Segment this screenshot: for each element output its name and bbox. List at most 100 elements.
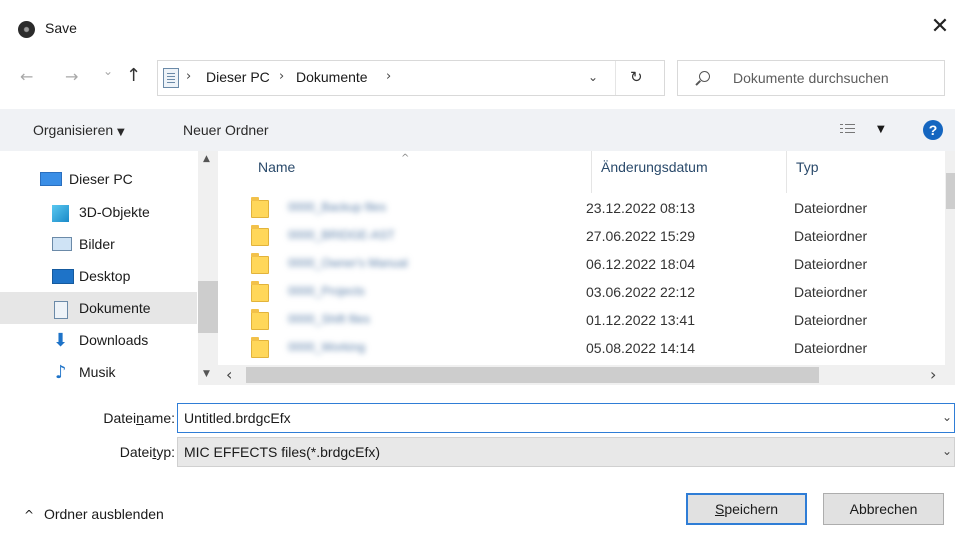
navigation-pane: Dieser PC 3D-Objekte Bilder Desktop Doku… bbox=[0, 151, 218, 385]
chevron-down-icon: ▼ bbox=[117, 127, 125, 138]
sidebar-item-label: Musik bbox=[79, 364, 116, 380]
file-row[interactable]: 0000_Working 05.08.2022 14:14 Dateiordne… bbox=[218, 335, 945, 363]
column-header-type[interactable]: Typ bbox=[796, 159, 819, 175]
sidebar-item-dieser-pc[interactable]: Dieser PC bbox=[0, 163, 197, 195]
forward-arrow-icon[interactable]: → bbox=[65, 67, 78, 86]
view-options-icon[interactable] bbox=[840, 123, 856, 136]
address-dropdown-icon[interactable]: ⌄ bbox=[588, 70, 598, 84]
file-date: 01.12.2022 13:41 bbox=[586, 312, 695, 328]
pictures-icon bbox=[52, 237, 72, 251]
vertical-scroll-thumb[interactable] bbox=[946, 173, 955, 209]
sidebar-item-label: Desktop bbox=[79, 268, 131, 284]
command-toolbar: Organisieren ▼ Neuer Ordner ▼ ? bbox=[0, 109, 955, 151]
sidebar-item-label: Dieser PC bbox=[69, 171, 133, 187]
column-header-name[interactable]: Name ^ bbox=[258, 153, 409, 175]
folder-icon bbox=[251, 281, 269, 302]
filetype-label: Dateityp: bbox=[119, 444, 175, 460]
view-dropdown-icon[interactable]: ▼ bbox=[877, 124, 885, 135]
breadcrumb-separator: › bbox=[186, 69, 192, 84]
breadcrumb-dieser-pc[interactable]: Dieser PC bbox=[206, 69, 270, 85]
breadcrumb-separator[interactable]: › bbox=[279, 69, 284, 84]
downloads-icon: ⬇ bbox=[53, 330, 69, 351]
file-date: 05.08.2022 14:14 bbox=[586, 340, 695, 356]
file-date: 27.06.2022 15:29 bbox=[586, 228, 695, 244]
file-type: Dateiordner bbox=[794, 200, 868, 216]
sidebar-item-dokumente[interactable]: Dokumente bbox=[0, 292, 197, 324]
folder-icon bbox=[251, 197, 269, 218]
close-button[interactable]: ✕ bbox=[925, 12, 955, 42]
file-name: 0000_Owner's Manual bbox=[288, 256, 408, 270]
folder-icon bbox=[251, 309, 269, 330]
address-bar[interactable]: › Dieser PC › Dokumente › ⌄ ↻ bbox=[157, 60, 665, 96]
help-icon[interactable]: ? bbox=[923, 120, 943, 140]
column-separator[interactable] bbox=[591, 151, 592, 193]
new-folder-button[interactable]: Neuer Ordner bbox=[183, 122, 269, 138]
file-list-vertical-scrollbar[interactable] bbox=[945, 151, 955, 365]
column-name-label: Name bbox=[258, 159, 296, 175]
documents-icon bbox=[163, 68, 179, 88]
horizontal-scroll-thumb[interactable] bbox=[246, 367, 819, 383]
file-date: 06.12.2022 18:04 bbox=[586, 256, 695, 272]
search-input[interactable]: Dokumente durchsuchen bbox=[677, 60, 945, 96]
scroll-right-icon[interactable]: › bbox=[930, 365, 936, 384]
address-divider bbox=[615, 61, 616, 95]
file-row[interactable]: 0000_BRIDGE-AST 27.06.2022 15:29 Dateior… bbox=[218, 223, 945, 251]
file-type: Dateiordner bbox=[794, 256, 868, 272]
filename-label: Dateiname: bbox=[103, 410, 175, 426]
file-list: Name ^ Änderungsdatum Typ 0000_Backup fi… bbox=[218, 151, 945, 385]
file-type: Dateiordner bbox=[794, 284, 868, 300]
hide-folders-toggle[interactable]: ^ Ordner ausblenden bbox=[24, 506, 164, 522]
filetype-value: MIC EFFECTS files(*.brdgcEfx) bbox=[184, 444, 381, 460]
column-separator[interactable] bbox=[786, 151, 787, 193]
refresh-icon[interactable]: ↻ bbox=[630, 68, 643, 86]
up-arrow-icon[interactable]: ↑ bbox=[126, 65, 141, 86]
chevron-down-icon[interactable]: ⌄ bbox=[942, 444, 952, 458]
save-button[interactable]: Speichern bbox=[686, 493, 807, 525]
chevron-up-icon: ^ bbox=[24, 508, 35, 522]
sidebar-item-musik[interactable]: ♪ Musik bbox=[0, 356, 197, 388]
file-row[interactable]: 0000_Backup files 23.12.2022 08:13 Datei… bbox=[218, 195, 945, 223]
computer-icon bbox=[40, 172, 62, 186]
file-type: Dateiordner bbox=[794, 312, 868, 328]
filename-field[interactable]: Untitled.brdgcEfx ⌄ bbox=[177, 403, 955, 433]
scroll-left-icon[interactable]: ‹ bbox=[226, 365, 232, 384]
organize-button[interactable]: Organisieren ▼ bbox=[33, 122, 125, 138]
file-date: 23.12.2022 08:13 bbox=[586, 200, 695, 216]
scroll-down-icon[interactable]: ▼ bbox=[203, 369, 210, 379]
breadcrumb-separator[interactable]: › bbox=[386, 69, 391, 84]
sidebar-item-desktop[interactable]: Desktop bbox=[0, 260, 197, 292]
breadcrumb-dokumente[interactable]: Dokumente bbox=[296, 69, 368, 85]
file-row[interactable]: 0000_Shift files 01.12.2022 13:41 Dateio… bbox=[218, 307, 945, 335]
filename-value: Untitled.brdgcEfx bbox=[184, 410, 291, 426]
sidebar-item-label: 3D-Objekte bbox=[79, 204, 150, 220]
sidebar-scroll-thumb[interactable] bbox=[198, 281, 218, 333]
organize-label: Organisieren bbox=[33, 122, 114, 138]
folder-icon bbox=[251, 225, 269, 246]
filetype-select[interactable]: MIC EFFECTS files(*.brdgcEfx) ⌄ bbox=[177, 437, 955, 467]
sidebar-item-3d-objekte[interactable]: 3D-Objekte bbox=[0, 196, 197, 228]
file-list-horizontal-scrollbar[interactable]: ‹ › bbox=[218, 365, 955, 385]
chevron-down-icon[interactable]: ⌄ bbox=[942, 410, 952, 424]
file-row[interactable]: 0000_Projects 03.06.2022 22:12 Dateiordn… bbox=[218, 279, 945, 307]
documents-icon bbox=[54, 301, 68, 319]
cancel-button[interactable]: Abbrechen bbox=[823, 493, 944, 525]
sort-ascending-icon: ^ bbox=[401, 153, 410, 164]
music-icon: ♪ bbox=[55, 362, 67, 383]
scroll-up-icon[interactable]: ▲ bbox=[203, 154, 210, 164]
sidebar-scrollbar[interactable]: ▲ ▼ bbox=[198, 151, 218, 385]
file-date: 03.06.2022 22:12 bbox=[586, 284, 695, 300]
app-icon bbox=[18, 21, 35, 38]
column-header-date[interactable]: Änderungsdatum bbox=[601, 159, 708, 175]
file-name: 0000_Shift files bbox=[288, 312, 371, 326]
hide-folders-label: Ordner ausblenden bbox=[43, 506, 164, 522]
recent-locations-icon[interactable]: ⌄ bbox=[103, 64, 113, 78]
file-type: Dateiordner bbox=[794, 228, 868, 244]
sidebar-item-downloads[interactable]: ⬇ Downloads bbox=[0, 324, 197, 356]
file-name: 0000_BRIDGE-AST bbox=[288, 228, 395, 242]
sidebar-item-label: Downloads bbox=[79, 332, 149, 348]
sidebar-item-bilder[interactable]: Bilder bbox=[0, 228, 197, 260]
back-arrow-icon[interactable]: ← bbox=[20, 67, 33, 86]
file-row[interactable]: 0000_Owner's Manual 06.12.2022 18:04 Dat… bbox=[218, 251, 945, 279]
file-name: 0000_Projects bbox=[288, 284, 365, 298]
file-type: Dateiordner bbox=[794, 340, 868, 356]
